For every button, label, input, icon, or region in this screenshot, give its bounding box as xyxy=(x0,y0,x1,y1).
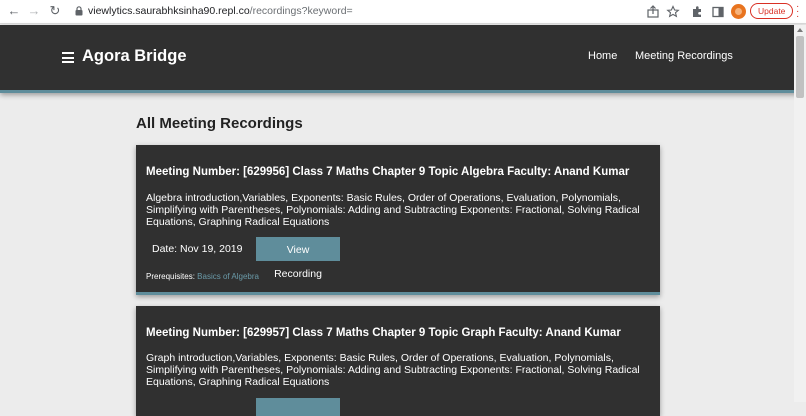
nav-meeting-recordings-link[interactable]: Meeting Recordings xyxy=(635,50,733,62)
recording-title: Meeting Number: [629956] Class 7 Maths C… xyxy=(146,166,630,178)
lock-icon[interactable] xyxy=(75,6,83,16)
forward-arrow-icon[interactable]: → xyxy=(27,4,41,18)
profile-avatar[interactable] xyxy=(731,4,746,19)
page-title: All Meeting Recordings xyxy=(136,115,303,132)
bookmark-star-icon[interactable] xyxy=(666,5,680,19)
recording-card: Meeting Number: [629957] Class 7 Maths C… xyxy=(136,306,660,416)
url-path: /recordings?keyword= xyxy=(249,5,353,17)
hamburger-menu-icon[interactable] xyxy=(62,52,74,63)
extensions-icon[interactable] xyxy=(690,5,704,19)
back-arrow-icon[interactable]: ← xyxy=(7,4,21,18)
update-button[interactable]: Update xyxy=(750,3,793,19)
url-host: viewlytics.saurabhksinha90.repl.co xyxy=(88,5,250,17)
reload-icon[interactable]: ↻ xyxy=(48,4,62,18)
brand-title[interactable]: Agora Bridge xyxy=(82,47,187,66)
menu-dots-icon[interactable]: · · · xyxy=(796,2,802,22)
scroll-thumb[interactable] xyxy=(796,36,804,98)
prerequisites: Prerequisites: Basics of Algebra xyxy=(146,272,259,281)
browser-toolbar: ← → ↻ viewlytics.saurabhksinha90.repl.co… xyxy=(0,0,806,24)
prerequisite-link[interactable]: Basics of Algebra xyxy=(197,272,259,281)
share-icon[interactable] xyxy=(646,5,660,19)
recording-description: Algebra introduction,Variables, Exponent… xyxy=(146,192,640,228)
recording-card: Meeting Number: [629956] Class 7 Maths C… xyxy=(136,145,660,295)
page-scrollbar[interactable] xyxy=(794,25,806,402)
scroll-up-arrow-icon[interactable] xyxy=(797,28,803,32)
recording-date: Date: Nov 19, 2019 xyxy=(152,243,243,255)
view-recording-button[interactable] xyxy=(256,398,340,416)
site-header: Agora Bridge Home Meeting Recordings xyxy=(0,25,806,93)
side-panel-icon[interactable] xyxy=(711,5,725,19)
recording-title: Meeting Number: [629957] Class 7 Maths C… xyxy=(146,327,621,339)
nav-home-link[interactable]: Home xyxy=(588,50,617,62)
recording-description: Graph introduction,Variables, Exponents:… xyxy=(146,352,640,388)
prerequisites-label: Prerequisites: xyxy=(146,272,195,281)
address-bar[interactable]: viewlytics.saurabhksinha90.repl.co/recor… xyxy=(88,5,353,17)
view-recording-button[interactable]: View Recording xyxy=(256,237,340,280)
